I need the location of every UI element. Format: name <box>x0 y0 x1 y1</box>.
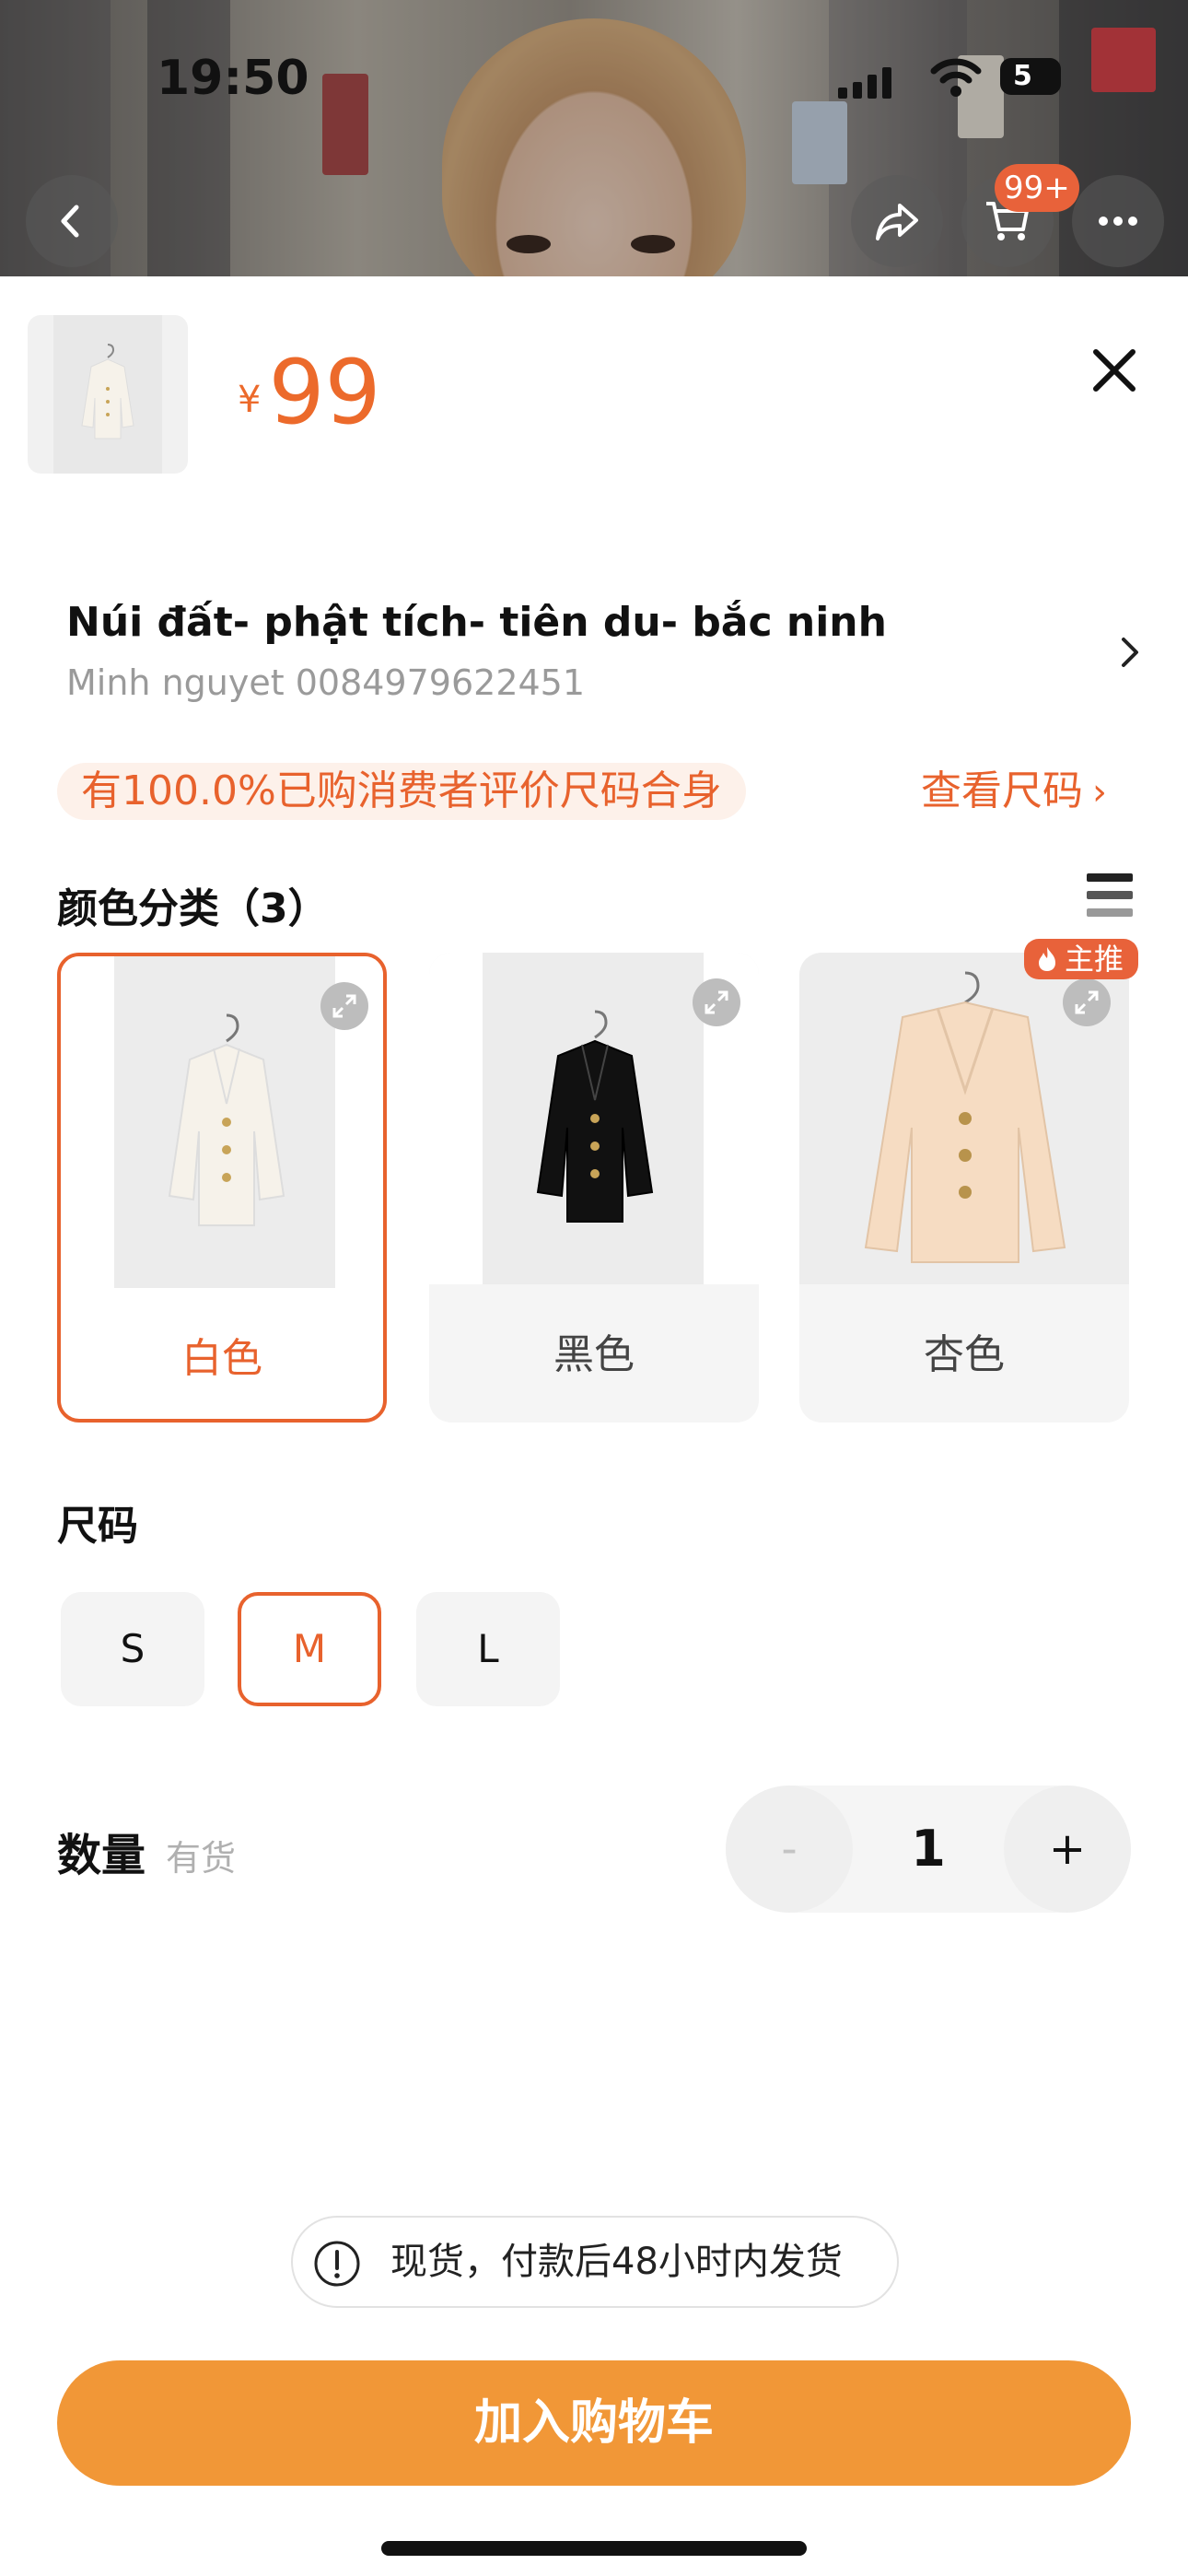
color-section-title: 颜色分类（3） <box>57 885 329 932</box>
color-option-black[interactable]: 黑色 <box>429 953 759 1423</box>
quantity-stepper: - 1 + <box>726 1786 1131 1913</box>
recipient-line: Minh nguyet 0084979622451 <box>66 662 586 703</box>
price-value: 99 <box>268 341 381 444</box>
expand-icon[interactable] <box>1063 978 1111 1026</box>
color-option-label: 白色 <box>181 1335 262 1382</box>
view-size-chart-link[interactable]: 查看尺码 › <box>921 763 1107 820</box>
size-section-title: 尺码 <box>57 1503 138 1550</box>
stock-status: 有货 <box>166 1838 237 1879</box>
garment-image <box>168 1013 285 1226</box>
back-button[interactable] <box>26 175 118 267</box>
more-button[interactable] <box>1072 175 1164 267</box>
list-view-icon[interactable] <box>1087 873 1133 918</box>
share-icon <box>876 204 918 240</box>
shipping-address[interactable]: Núi đất- phật tích- tiên du- bắc ninh Mi… <box>66 599 887 703</box>
expand-icon[interactable] <box>320 982 368 1030</box>
add-to-cart-button[interactable]: 加入购物车 <box>57 2360 1131 2486</box>
exclamation-icon <box>314 2241 360 2287</box>
quantity-value: 1 <box>911 1820 946 1878</box>
recommended-badge: 主推 <box>1024 939 1139 979</box>
size-chart-label: 查看尺码 <box>921 767 1083 814</box>
color-option-apricot[interactable]: 杏色 <box>799 953 1129 1423</box>
address-line: Núi đất- phật tích- tiên du- bắc ninh <box>66 599 887 646</box>
size-fit-info: 有100.0%已购消费者评价尺码合身 <box>57 763 746 820</box>
expand-icon[interactable] <box>693 978 740 1026</box>
status-bar: 19:50 5 <box>0 51 1188 115</box>
decrease-button[interactable]: - <box>726 1786 853 1913</box>
recommended-label: 主推 <box>1065 942 1124 977</box>
chevron-left-icon <box>61 205 79 238</box>
close-icon[interactable] <box>1085 341 1144 400</box>
size-option-m[interactable]: M <box>238 1592 381 1706</box>
quantity-label: 数量 <box>57 1830 146 1881</box>
cellular-signal-icon <box>838 67 893 99</box>
battery-icon: 5 <box>1000 58 1061 95</box>
color-option-label: 杏色 <box>924 1331 1005 1378</box>
garment-image <box>536 1010 654 1223</box>
cart-count-badge: 99+ <box>995 164 1079 212</box>
color-option-label: 黑色 <box>553 1331 635 1378</box>
product-price: ¥99 <box>238 341 381 444</box>
color-option-white[interactable]: 白色 <box>57 953 387 1423</box>
sku-selection-sheet: ¥99 Núi đất- phật tích- tiên du- bắc nin… <box>0 276 1188 2576</box>
chevron-right-icon[interactable] <box>1116 634 1144 671</box>
wifi-icon <box>930 58 982 97</box>
shipping-notice: 现货，付款后48小时内发货 <box>291 2216 899 2308</box>
share-button[interactable] <box>851 175 943 267</box>
garment-image <box>864 971 1066 1263</box>
currency-symbol: ¥ <box>238 379 262 421</box>
increase-button[interactable]: + <box>1004 1786 1131 1913</box>
status-time: 19:50 <box>157 51 309 106</box>
size-option-s[interactable]: S <box>61 1592 204 1706</box>
shipping-notice-text: 现货，付款后48小时内发货 <box>390 2241 843 2283</box>
chevron-right-icon: › <box>1092 771 1107 814</box>
flame-icon <box>1039 947 1055 971</box>
more-dots-icon <box>1099 217 1137 226</box>
product-thumbnail[interactable] <box>28 315 188 474</box>
home-indicator[interactable] <box>381 2541 807 2556</box>
size-option-l[interactable]: L <box>416 1592 560 1706</box>
